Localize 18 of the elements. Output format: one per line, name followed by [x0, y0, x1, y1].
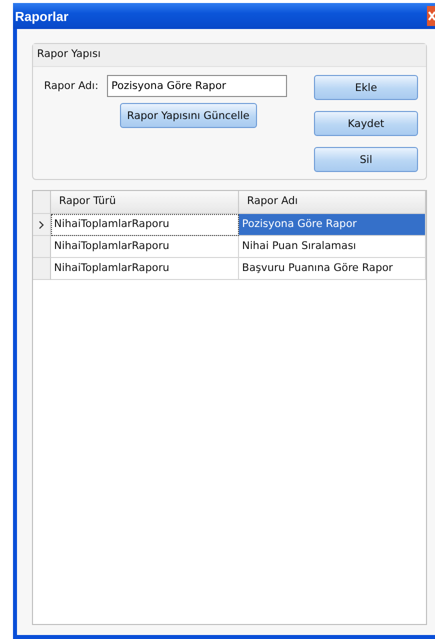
delete-button[interactable]: Sil — [314, 147, 418, 172]
table-cell: NihaiToplamlarRaporu — [51, 258, 239, 280]
update-button[interactable]: Rapor Yapısını Güncelle — [120, 103, 256, 128]
row-header[interactable] — [33, 214, 51, 236]
save-button[interactable]: Kaydet — [314, 111, 418, 136]
group-title: Rapor Yapısı — [33, 44, 426, 67]
current-row-icon — [39, 220, 44, 228]
table-cell: NihaiToplamlarRaporu — [51, 236, 239, 258]
field-label: Rapor Adı: — [43, 80, 98, 92]
table-cell: NihaiToplamlarRaporu — [51, 214, 239, 236]
close-icon[interactable] — [427, 6, 435, 26]
add-button[interactable]: Ekle — [314, 75, 418, 100]
window-title: Raporlar — [15, 8, 68, 24]
table-cell: Başvuru Puanına Göre Rapor — [239, 258, 426, 280]
column-header[interactable]: Rapor Türü — [51, 191, 239, 214]
table-cell: Nihai Puan Sıralaması — [239, 236, 426, 258]
report-name-field[interactable]: Pozisyona Göre Rapor — [107, 75, 288, 97]
table-cell: Pozisyona Göre Rapor — [239, 214, 426, 236]
